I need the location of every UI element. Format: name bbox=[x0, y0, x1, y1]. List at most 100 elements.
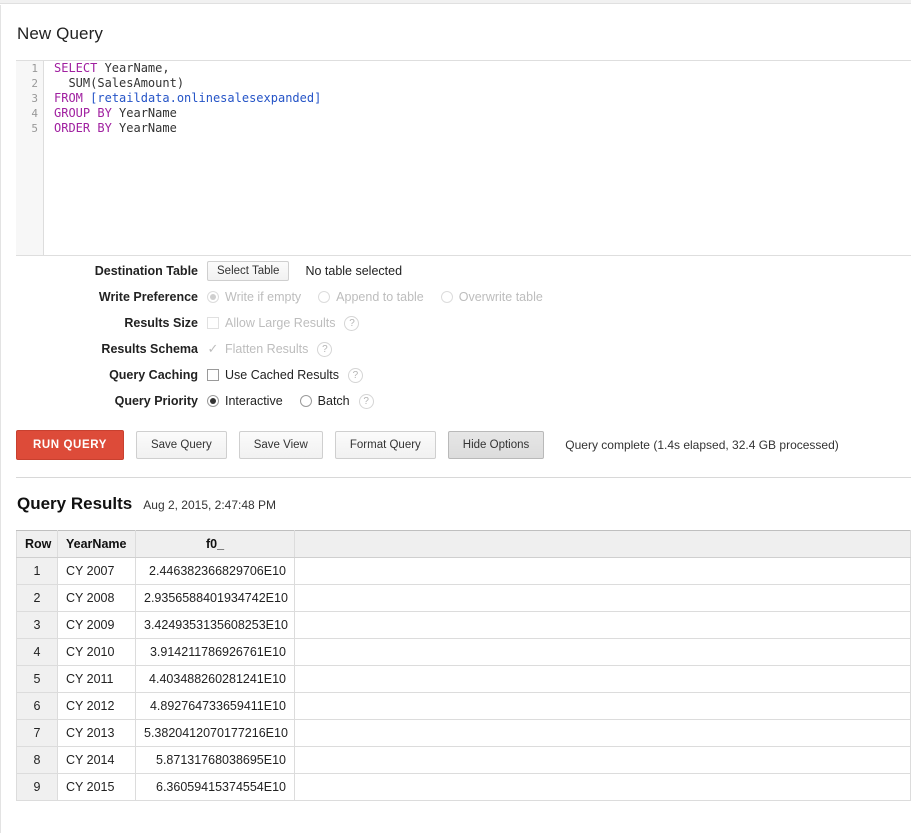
cell-f0: 3.4249353135608253E10 bbox=[135, 611, 295, 639]
cell-row-number: 7 bbox=[16, 719, 58, 747]
write-preference-label: Write Preference bbox=[98, 290, 198, 304]
option-row-write-preference: Write Preference Write if empty Append t… bbox=[0, 284, 911, 310]
write-if-empty-option[interactable]: Write if empty bbox=[207, 290, 301, 304]
cell-row-number: 8 bbox=[16, 746, 58, 774]
cell-row-number: 9 bbox=[16, 773, 58, 801]
cell-yearname: CY 2012 bbox=[57, 692, 136, 720]
hide-options-button[interactable]: Hide Options bbox=[447, 431, 545, 459]
flatten-results-label: Flatten Results bbox=[225, 342, 309, 356]
cell-yearname: CY 2014 bbox=[57, 746, 136, 774]
cell-row-number: 1 bbox=[16, 557, 58, 585]
results-header-row: Row YearName f0_ bbox=[16, 530, 911, 558]
interactive-priority-option[interactable]: Interactive bbox=[207, 394, 283, 408]
code-line-4: GROUP BY YearName bbox=[54, 106, 321, 121]
cell-empty bbox=[294, 719, 911, 747]
cell-f0: 6.36059415374554E10 bbox=[135, 773, 295, 801]
query-results-table: Row YearName f0_ 1 CY 2007 2.4463823668297… bbox=[16, 530, 911, 801]
radio-append-to-table-icon[interactable] bbox=[318, 291, 331, 303]
checkbox-allow-large-results-icon[interactable] bbox=[207, 317, 219, 329]
option-row-destination-table: Destination Table Select Table No table … bbox=[0, 258, 911, 284]
code-token: FROM bbox=[54, 91, 83, 105]
code-token: GROUP bbox=[54, 106, 91, 120]
cell-f0: 4.892764733659411E10 bbox=[135, 692, 295, 720]
checkmark-flatten-results-icon[interactable]: ✓ bbox=[207, 342, 219, 355]
results-table-head: Row YearName f0_ bbox=[16, 530, 911, 558]
radio-write-if-empty-icon[interactable] bbox=[207, 291, 219, 303]
cell-row-number: 2 bbox=[16, 584, 58, 612]
column-header-yearname[interactable]: YearName bbox=[57, 530, 136, 558]
batch-priority-option[interactable]: Batch ? bbox=[299, 393, 374, 409]
run-query-button[interactable]: RUN QUERY bbox=[16, 430, 124, 460]
code-token: YearName, bbox=[97, 61, 170, 75]
append-to-table-option[interactable]: Append to table bbox=[318, 290, 424, 304]
results-schema-label: Results Schema bbox=[101, 342, 198, 356]
table-row[interactable]: 1 CY 2007 2.446382366829706E10 bbox=[16, 557, 911, 585]
append-to-table-label: Append to table bbox=[336, 290, 424, 304]
destination-table-status: No table selected bbox=[305, 264, 403, 278]
help-icon-query-caching[interactable]: ? bbox=[347, 367, 363, 383]
query-results-header: Query Results Aug 2, 2015, 2:47:48 PM bbox=[17, 494, 276, 514]
allow-large-results-option[interactable]: Allow Large Results ? bbox=[207, 315, 360, 331]
allow-large-results-label: Allow Large Results bbox=[225, 316, 336, 330]
radio-overwrite-table-icon[interactable] bbox=[440, 291, 453, 303]
batch-label: Batch bbox=[317, 394, 350, 408]
page-title: New Query bbox=[17, 24, 103, 43]
table-row[interactable]: 5 CY 2011 4.403488260281241E10 bbox=[16, 665, 911, 693]
overwrite-table-label: Overwrite table bbox=[458, 290, 543, 304]
radio-batch-icon[interactable] bbox=[299, 395, 312, 407]
cell-yearname: CY 2008 bbox=[57, 584, 136, 612]
editor-code-area[interactable]: SELECT YearName, SUM(SalesAmount) FROM [r… bbox=[45, 61, 321, 136]
checkbox-use-cached-results-icon[interactable] bbox=[207, 369, 219, 381]
use-cached-results-option[interactable]: Use Cached Results ? bbox=[207, 367, 363, 383]
query-results-timestamp: Aug 2, 2015, 2:47:48 PM bbox=[143, 498, 277, 512]
column-header-f0[interactable]: f0_ bbox=[135, 530, 295, 558]
cell-yearname: CY 2013 bbox=[57, 719, 136, 747]
editor-line-number-gutter: 1 2 3 4 5 bbox=[16, 61, 44, 255]
line-number-3: 3 bbox=[31, 92, 38, 105]
cell-row-number: 6 bbox=[16, 692, 58, 720]
cell-empty bbox=[294, 773, 911, 801]
sql-editor[interactable]: 1 2 3 4 5 SELECT YearName, SUM(SalesAmount) F… bbox=[16, 60, 911, 256]
code-token: SUM(SalesAmount) bbox=[54, 76, 185, 90]
code-token: [retaildata.onlinesalesexpanded] bbox=[90, 91, 322, 105]
cell-row-number: 5 bbox=[16, 665, 58, 693]
select-table-button[interactable]: Select Table bbox=[207, 261, 290, 281]
cell-empty bbox=[294, 665, 911, 693]
line-number-1: 1 bbox=[31, 62, 38, 75]
table-row[interactable]: 9 CY 2015 6.36059415374554E10 bbox=[16, 773, 911, 801]
code-line-1: SELECT YearName, bbox=[54, 61, 321, 76]
option-row-results-size: Results Size Allow Large Results ? bbox=[0, 310, 911, 336]
help-icon-results-size[interactable]: ? bbox=[344, 315, 360, 331]
query-action-bar: RUN QUERY Save Query Save View Format Qu… bbox=[16, 430, 911, 460]
save-view-button[interactable]: Save View bbox=[238, 431, 323, 459]
top-chrome-strip bbox=[0, 0, 911, 4]
table-row[interactable]: 2 CY 2008 2.9356588401934742E10 bbox=[16, 584, 911, 612]
table-row[interactable]: 4 CY 2010 3.914211786926761E10 bbox=[16, 638, 911, 666]
code-token: YearName bbox=[111, 121, 177, 135]
cell-row-number: 3 bbox=[16, 611, 58, 639]
query-priority-label: Query Priority bbox=[114, 394, 198, 408]
flatten-results-option[interactable]: ✓ Flatten Results ? bbox=[207, 341, 333, 357]
help-icon-query-priority[interactable]: ? bbox=[358, 393, 374, 409]
code-line-2: SUM(SalesAmount) bbox=[54, 76, 321, 91]
column-header-row[interactable]: Row bbox=[16, 530, 58, 558]
left-rail-divider bbox=[0, 5, 1, 833]
radio-interactive-icon[interactable] bbox=[207, 395, 219, 407]
format-query-button[interactable]: Format Query bbox=[334, 431, 436, 459]
line-number-5: 5 bbox=[31, 122, 38, 135]
save-query-button[interactable]: Save Query bbox=[135, 431, 227, 459]
code-token: BY bbox=[97, 106, 112, 120]
cell-empty bbox=[294, 611, 911, 639]
cell-f0: 2.9356588401934742E10 bbox=[135, 584, 295, 612]
cell-f0: 2.446382366829706E10 bbox=[135, 557, 295, 585]
table-row[interactable]: 6 CY 2012 4.892764733659411E10 bbox=[16, 692, 911, 720]
table-row[interactable]: 3 CY 2009 3.4249353135608253E10 bbox=[16, 611, 911, 639]
column-header-empty bbox=[294, 530, 911, 558]
overwrite-table-option[interactable]: Overwrite table bbox=[440, 290, 543, 304]
cell-yearname: CY 2007 bbox=[57, 557, 136, 585]
table-row[interactable]: 8 CY 2014 5.87131768038695E10 bbox=[16, 746, 911, 774]
cell-f0: 4.403488260281241E10 bbox=[135, 665, 295, 693]
table-row[interactable]: 7 CY 2013 5.3820412070177216E10 bbox=[16, 719, 911, 747]
query-results-title: Query Results bbox=[17, 494, 133, 513]
help-icon-results-schema[interactable]: ? bbox=[317, 341, 333, 357]
